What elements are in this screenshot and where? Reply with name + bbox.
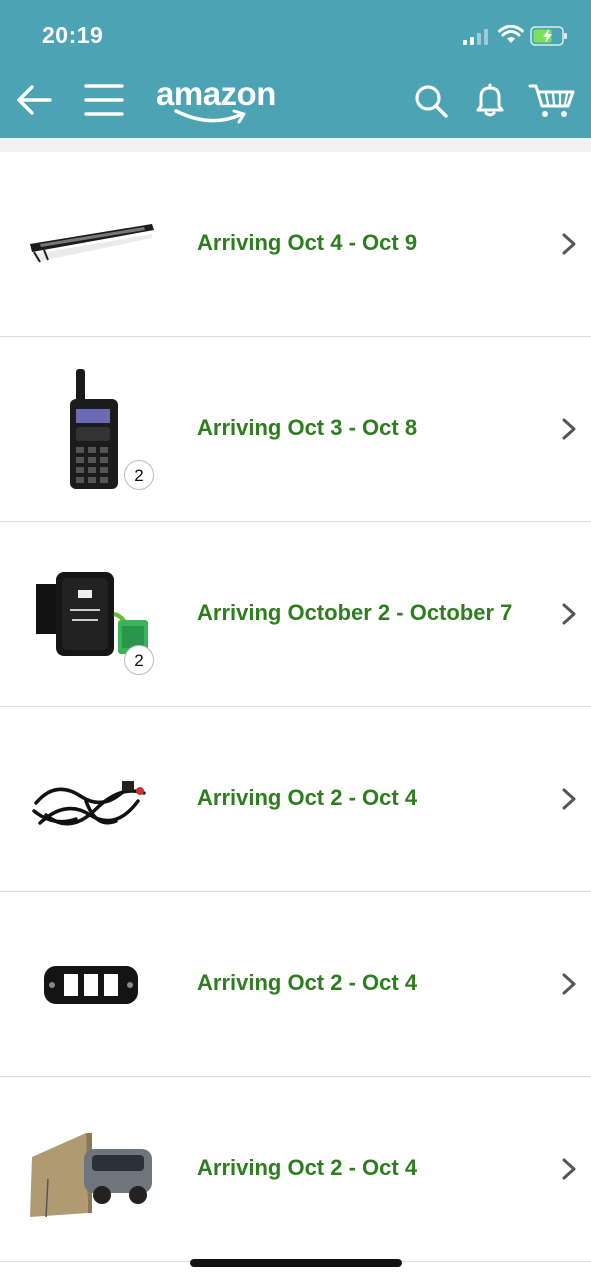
status-time: 20:19 [42,22,104,48]
delivery-row[interactable]: Arriving Oct 2 - Oct 4 [0,892,591,1077]
chevron-right-icon[interactable] [560,1157,578,1181]
delivery-row[interactable]: Arriving Oct 4 - Oct 9 [0,152,591,337]
arrival-date: Arriving Oct 3 - Oct 8 [197,415,418,440]
hamburger-menu-icon[interactable] [82,80,126,120]
chevron-right-icon[interactable] [560,232,578,256]
cart-icon[interactable] [528,80,576,120]
car-awning-thumbnail [26,1109,156,1229]
delivery-row[interactable]: Arriving Oct 2 - Oct 4 [0,707,591,892]
chevron-right-icon[interactable] [560,417,578,441]
arrival-date: Arriving Oct 4 - Oct 9 [197,230,418,255]
quantity-badge: 2 [124,645,154,675]
switch-panel-thumbnail [26,924,156,1044]
chevron-right-icon[interactable] [560,602,578,626]
arrival-date: Arriving October 2 - October 7 [197,600,513,625]
notification-bell-icon[interactable] [470,80,510,120]
quantity-badge: 2 [124,460,154,490]
delivery-list: Arriving Oct 4 - Oct 9 2 Arriving Oct 3 … [0,152,591,1262]
amazon-logo[interactable]: amazon [156,74,292,126]
arrival-date: Arriving Oct 2 - Oct 4 [197,785,418,810]
led-light-bar-thumbnail [26,184,156,304]
battery-charging-icon [530,26,567,46]
header-divider [0,138,591,152]
delivery-row[interactable]: Arriving Oct 2 - Oct 4 [0,1077,591,1262]
back-arrow-icon[interactable] [14,80,54,120]
delivery-row[interactable]: 2 Arriving Oct 3 - Oct 8 [0,337,591,522]
arrival-date: Arriving Oct 2 - Oct 4 [197,970,418,995]
chevron-right-icon[interactable] [560,787,578,811]
wiring-harness-thumbnail [26,739,156,859]
cellular-signal-icon [463,29,488,45]
amazon-smile-icon [174,109,246,124]
search-icon[interactable] [412,82,450,120]
delivery-row[interactable]: 2 Arriving October 2 - October 7 [0,522,591,707]
chevron-right-icon[interactable] [560,972,578,996]
app-header: 20:19 amazon [0,0,591,138]
home-indicator[interactable] [190,1259,402,1267]
wifi-icon [498,25,524,43]
arrival-date: Arriving Oct 2 - Oct 4 [197,1155,418,1180]
